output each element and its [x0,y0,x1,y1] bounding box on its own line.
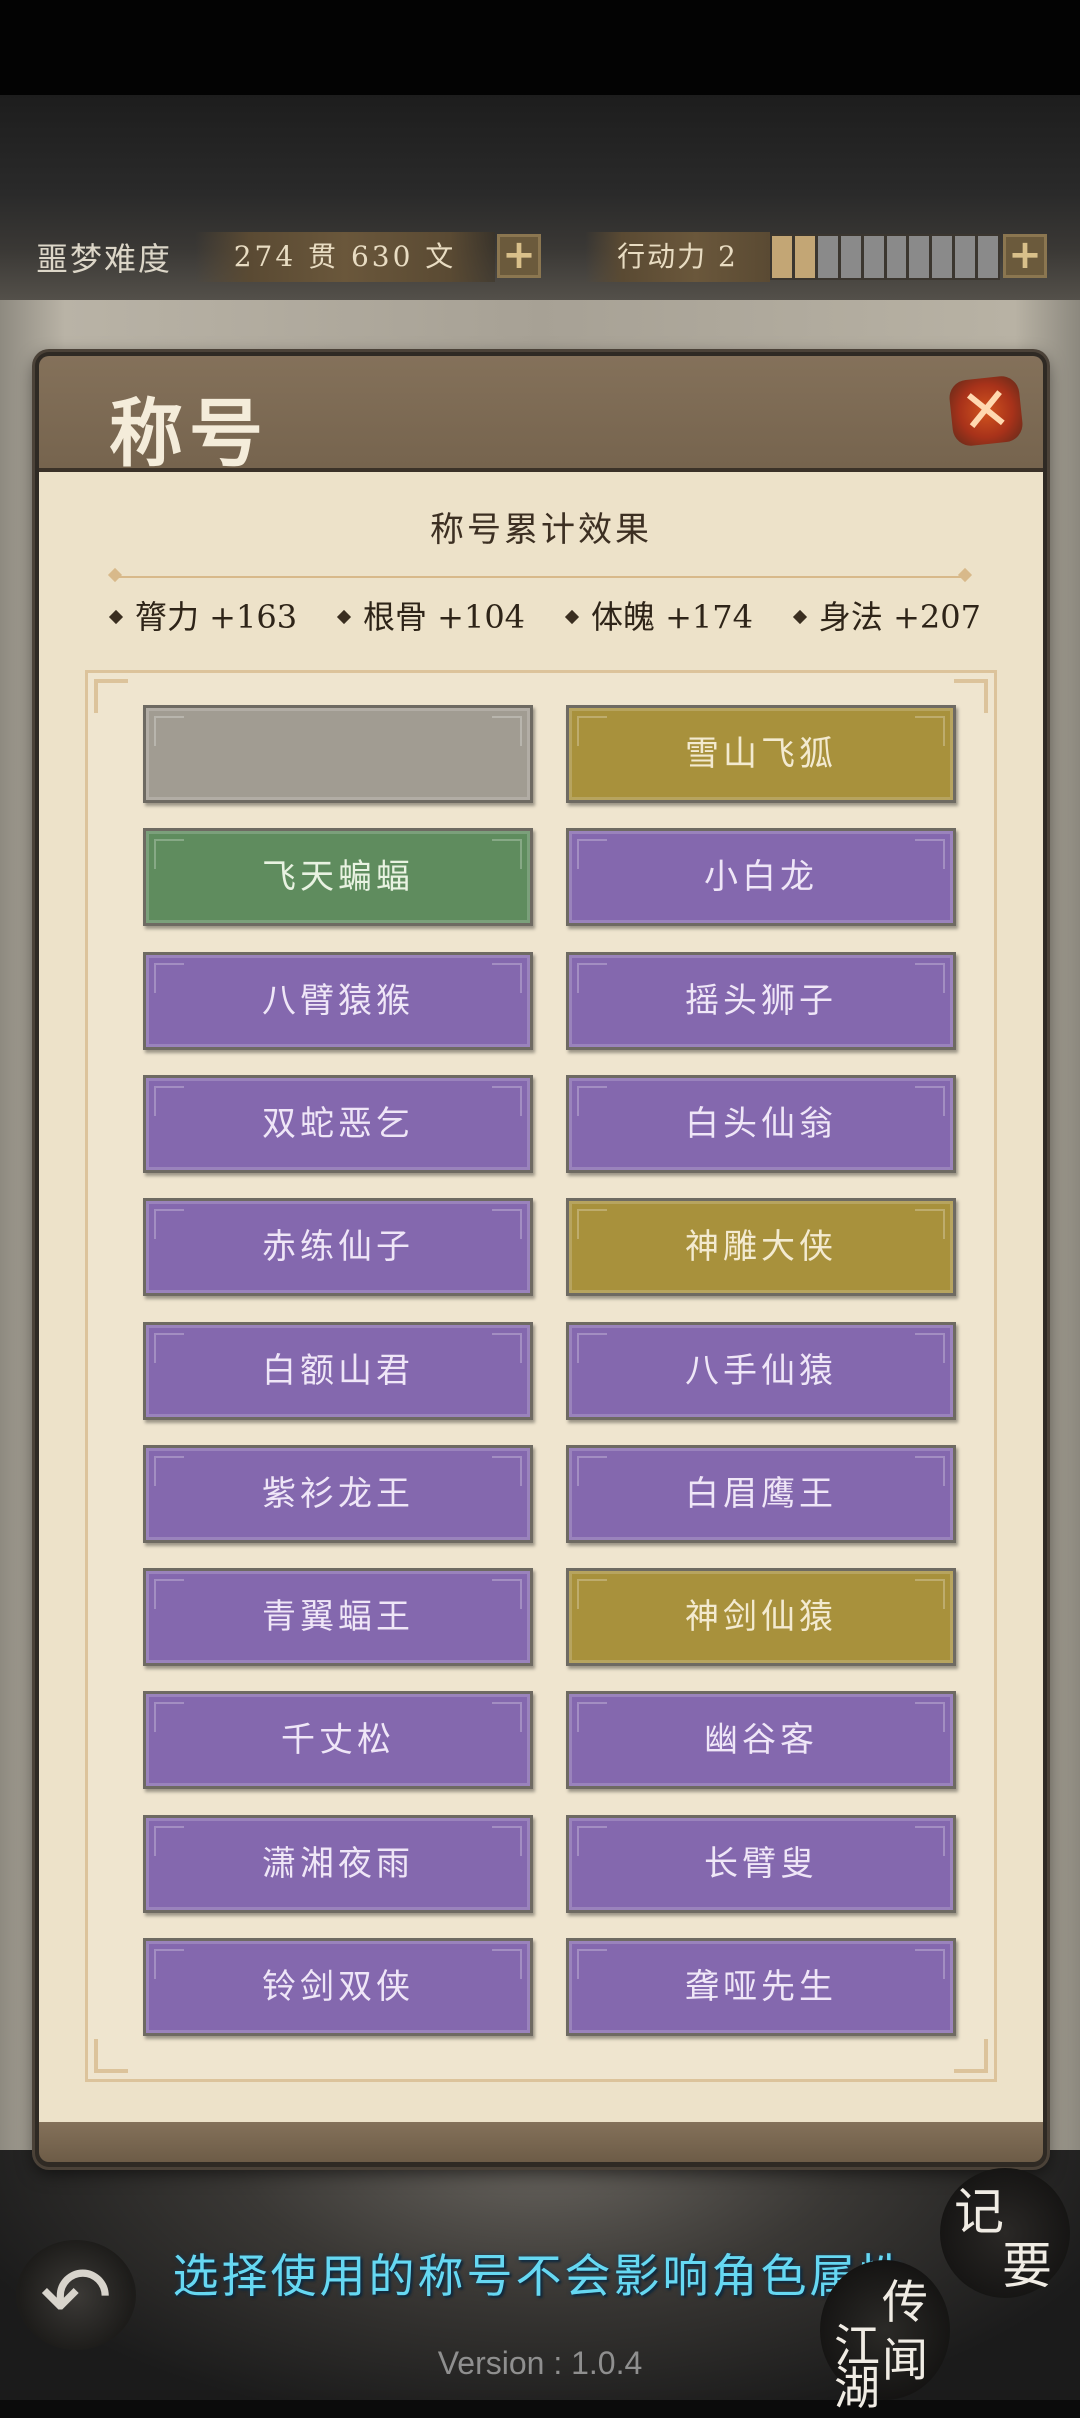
panel-footer [39,2122,1043,2162]
title-button[interactable]: 白头仙翁 [566,1075,956,1173]
title-button[interactable]: 八臂猿猴 [143,952,533,1050]
close-button[interactable]: ✕ [947,373,1025,449]
title-button[interactable]: 白眉鹰王 [566,1445,956,1543]
money-display: 274 贯 630 文 [195,232,495,282]
stamina-segment [909,236,930,278]
stamina-bar [770,234,1000,280]
title-button[interactable]: 幽谷客 [566,1691,956,1789]
diamond-icon [792,609,807,624]
stamina-segment [817,236,838,278]
title-button[interactable]: 小白龙 [566,828,956,926]
title-button[interactable]: 雪山飞狐 [566,705,956,803]
stat-constitution: 根骨 +104 [336,592,525,642]
stamina-segment [886,236,907,278]
divider-line [115,576,965,578]
memo-button[interactable]: 记 要 [940,2168,1070,2298]
stat-physique: 体魄 +174 [564,592,753,642]
stamina-segment [955,236,976,278]
title-button[interactable]: 聋哑先生 [566,1938,956,2036]
titles-grid: 雪山飞狐 飞天蝙蝠 小白龙 八臂猿猴 摇头狮子 双蛇恶乞 白头仙翁 赤练仙子 神雕大侠 白额山君八… [85,670,997,2082]
title-button[interactable]: 神雕大侠 [566,1198,956,1296]
title-button[interactable] [143,705,533,803]
stamina-segment [863,236,884,278]
titles-scroll-area[interactable]: 雪山飞狐 飞天蝙蝠 小白龙 八臂猿猴 摇头狮子 双蛇恶乞 白头仙翁 赤练仙子 神雕大侠 白额山君八… [88,673,994,2045]
top-black-band [0,0,1080,95]
summary-title: 称号累计效果 [430,510,652,550]
stamina-segment [772,236,792,278]
stamina-label: 行动力 2 [585,232,770,282]
memo-char: 要 [1002,2237,1052,2295]
legend-char: 传 [882,2275,928,2329]
title-button[interactable]: 紫衫龙王 [143,1445,533,1543]
titles-panel: 称号 ✕ 称号累计效果 膂力 +163 根骨 +104 体魄 +174 身法 +… [35,352,1047,2167]
title-button[interactable]: 青翼蝠王 [143,1568,533,1666]
title-button[interactable]: 白额山君 [143,1322,533,1420]
difficulty-label: 噩梦难度 [36,240,173,278]
stamina-segment [840,236,861,278]
panel-title: 称号 [109,391,269,477]
back-button[interactable]: ↶ [16,2240,136,2350]
add-money-button[interactable]: + [497,234,541,278]
diamond-icon [108,609,124,624]
notice-text: 选择使用的称号不会影响角色属性 [172,2249,908,2303]
title-button[interactable]: 摇头狮子 [566,952,956,1050]
title-button[interactable]: 潇湘夜雨 [143,1815,533,1913]
title-button[interactable]: 飞天蝙蝠 [143,828,533,926]
stat-strength: 膂力 +163 [108,592,297,642]
stat-agility: 身法 +207 [792,592,981,642]
memo-char: 记 [954,2183,1004,2241]
add-stamina-button[interactable]: + [1003,234,1047,278]
title-button[interactable]: 长臂叟 [566,1815,956,1913]
title-button[interactable]: 神剑仙猿 [566,1568,956,1666]
stamina-segment [794,236,815,278]
diamond-icon [336,609,352,624]
title-button[interactable]: 千丈松 [143,1691,533,1789]
panel-header: 称号 ✕ [39,356,1043,477]
stamina-segment [932,236,953,278]
hud-bar: 噩梦难度 274 贯 630 文 + 行动力 2 + [0,228,1080,292]
back-arrow-icon: ↶ [39,2248,113,2348]
stamina-segment [978,236,999,278]
diamond-icon [564,609,580,624]
title-button[interactable]: 双蛇恶乞 [143,1075,533,1173]
title-button[interactable]: 铃剑双侠 [143,1938,533,2036]
title-button[interactable]: 八手仙猿 [566,1322,956,1420]
close-icon: ✕ [957,373,1015,449]
title-button[interactable]: 赤练仙子 [143,1198,533,1296]
stats-row: 膂力 +163 根骨 +104 体魄 +174 身法 +207 [108,592,981,642]
version-label: Version : 1.0.4 [437,2345,643,2381]
